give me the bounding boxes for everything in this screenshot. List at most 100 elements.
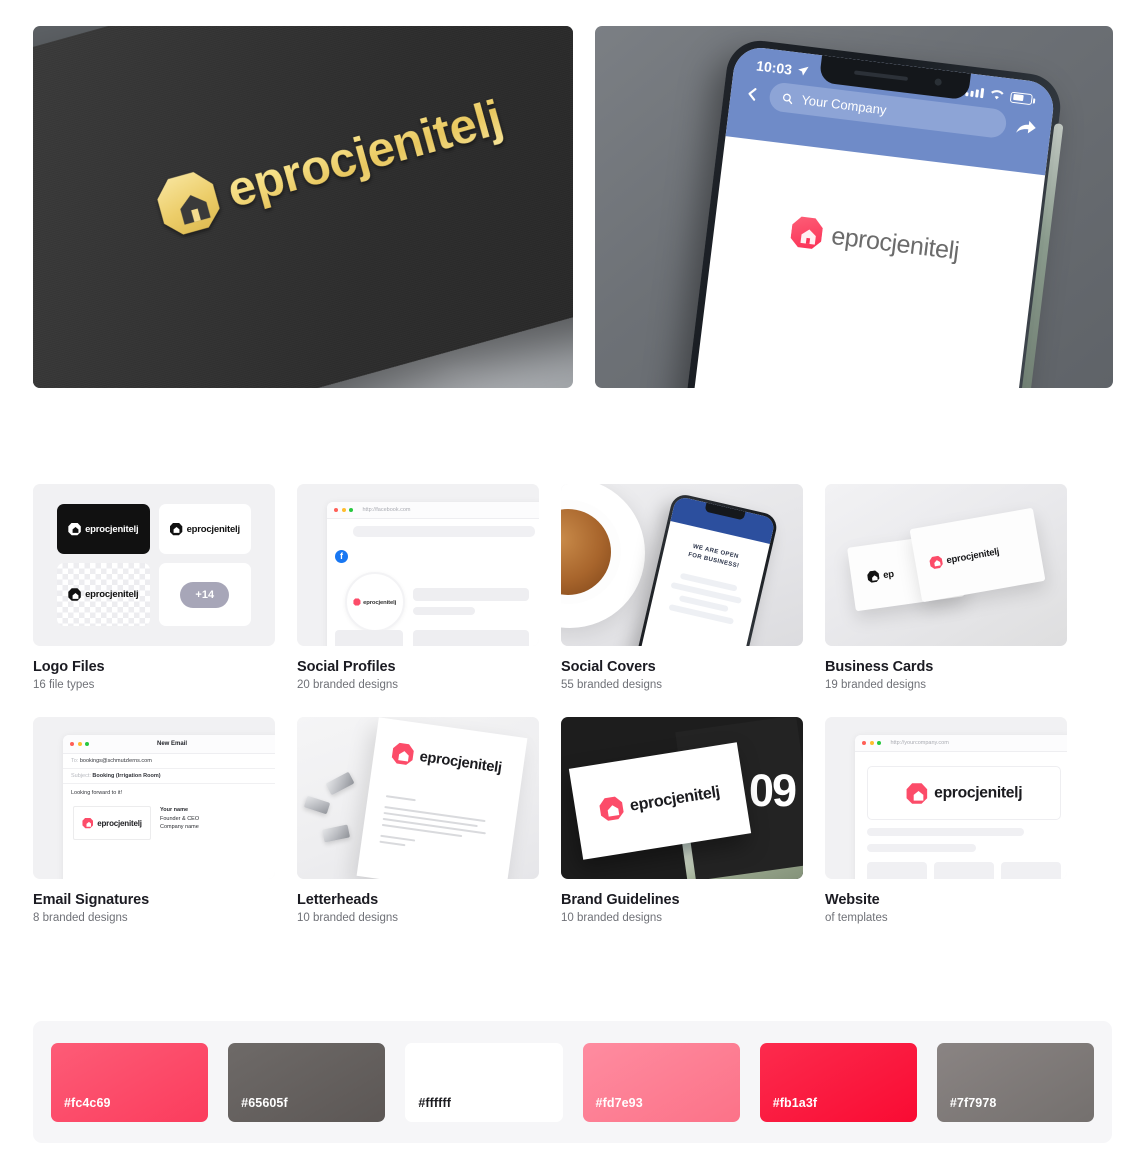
facebook-search-value: Your Company <box>800 92 888 118</box>
email-subject-value: Booking (Irrigation Room) <box>92 773 161 779</box>
text-skeleton <box>867 844 976 852</box>
color-swatch[interactable]: #ffffff <box>405 1042 563 1122</box>
house-hexagon-icon <box>68 522 81 536</box>
color-palette: #fc4c69 #65605f #ffffff #fd7e93 #fb1a3f … <box>33 1021 1112 1143</box>
tile-business-cards[interactable]: ep eprocjenitelj Business Cards 19 brand… <box>825 484 1067 691</box>
house-hexagon-icon <box>929 555 944 570</box>
hero-phone-mockup[interactable]: 10:03 Your Company eprocjenitelj <box>595 26 1113 388</box>
battery-icon <box>1009 91 1033 105</box>
text-line <box>385 795 416 802</box>
color-swatch[interactable]: #fb1a3f <box>759 1042 917 1122</box>
tile-thumbnail: WE ARE OPEN FOR BUSINESS! f <box>561 484 803 646</box>
browser-titlebar: http://facebook.com <box>327 502 539 519</box>
color-swatch[interactable]: #fc4c69 <box>51 1042 209 1122</box>
signature-role: Founder & CEO <box>160 815 200 822</box>
tile-thumbnail: http://yourcompany.com eprocjenitelj <box>825 717 1067 879</box>
block-skeleton <box>1001 862 1061 879</box>
email-subject-label: Subject: <box>71 773 91 779</box>
house-hexagon-icon <box>391 742 416 767</box>
tile-subtitle: 10 branded designs <box>561 912 663 924</box>
location-arrow-icon <box>797 66 809 76</box>
browser-url: http://facebook.com <box>362 507 411 513</box>
logo-variants-grid: eprocjenitelj eprocjenitelj eprocjenitel… <box>57 504 251 626</box>
house-hexagon-icon <box>169 522 183 536</box>
house-glyph <box>871 575 878 581</box>
hero-right-wordmark: eprocjenitelj <box>829 221 961 265</box>
maximize-dot-icon <box>349 508 353 512</box>
tile-title: Brand Guidelines <box>561 892 680 908</box>
tile-social-profiles[interactable]: http://facebook.com f eprocjenitelj Soci… <box>297 484 539 691</box>
email-titlebar: New Email <box>63 735 275 754</box>
house-glyph <box>86 821 91 827</box>
tile-brand-guidelines[interactable]: 09 eprocjenitelj Brand Guidelines 10 bra… <box>561 717 803 924</box>
house-hexagon-icon <box>789 215 825 251</box>
tile-thumbnail: 09 eprocjenitelj <box>561 717 803 879</box>
text-skeleton <box>867 828 1024 836</box>
email-window: New Email To: bookings@schmutzlerns.com … <box>63 735 275 879</box>
share-arrow-icon[interactable] <box>1014 117 1038 138</box>
email-to-value: bookings@schmutzlerns.com <box>79 758 152 764</box>
logo-variant-transparent: eprocjenitelj <box>57 563 150 626</box>
tile-title: Business Cards <box>825 659 934 675</box>
house-hexagon-icon <box>906 782 927 804</box>
website-wordmark: eprocjenitelj <box>933 783 1023 803</box>
tile-thumbnail: New Email To: bookings@schmutzlerns.com … <box>33 717 275 879</box>
maximize-dot-icon <box>877 741 881 745</box>
tile-title: Social Profiles <box>297 659 396 675</box>
more-count-badge: +14 <box>180 581 230 608</box>
profile-avatar: eprocjenitelj <box>345 572 405 632</box>
brand-asset-grid: eprocjenitelj eprocjenitelj eprocjenitel… <box>0 388 1145 924</box>
house-glyph <box>934 560 941 567</box>
browser-url: http://yourcompany.com <box>890 740 949 746</box>
color-hex-label: #7f7978 <box>949 1095 997 1110</box>
card-wordmark: eprocjenitelj <box>945 545 1000 566</box>
house-hexagon-icon <box>68 588 81 601</box>
logo-wordmark: eprocjenitelj <box>85 523 139 535</box>
search-icon <box>783 93 793 104</box>
tile-subtitle: 8 branded designs <box>33 912 128 924</box>
house-glyph <box>72 527 79 534</box>
signature-wordmark: eprocjenitelj <box>97 818 142 828</box>
color-swatch[interactable]: #fd7e93 <box>582 1042 740 1122</box>
email-to-label: To: <box>71 758 79 764</box>
block-skeleton <box>867 862 927 879</box>
color-hex-label: #65605f <box>241 1095 288 1110</box>
text-line <box>381 823 463 838</box>
browser-window: http://yourcompany.com eprocjenitelj <box>855 735 1067 879</box>
tile-logo-files[interactable]: eprocjenitelj eprocjenitelj eprocjenitel… <box>33 484 275 691</box>
email-window-title: New Email <box>156 741 188 747</box>
logo-variant-more[interactable]: +14 <box>158 563 251 626</box>
close-dot-icon <box>334 508 338 512</box>
house-hexagon-icon <box>867 570 881 584</box>
tile-website[interactable]: http://yourcompany.com eprocjenitelj Web… <box>825 717 1067 924</box>
earpiece-speaker-icon <box>853 70 909 81</box>
house-glyph <box>608 805 620 817</box>
cover-message: WE ARE OPEN FOR BUSINESS! <box>687 543 740 570</box>
email-body: Looking forward to it! <box>71 790 123 796</box>
house-hexagon-icon <box>598 795 625 822</box>
color-swatch[interactable]: #65605f <box>228 1042 386 1122</box>
tile-social-covers[interactable]: WE ARE OPEN FOR BUSINESS! f Social Cover… <box>561 484 803 691</box>
hero-foil-card[interactable]: eprocjenitelj <box>33 26 573 388</box>
tile-email-signatures[interactable]: New Email To: bookings@schmutzlerns.com … <box>33 717 275 924</box>
tile-subtitle: 55 branded designs <box>561 679 663 691</box>
house-glyph <box>398 751 409 762</box>
color-hex-label: #fb1a3f <box>772 1095 818 1110</box>
card-skeletons <box>867 862 1061 879</box>
tile-subtitle: 16 file types <box>33 679 95 691</box>
back-chevron-icon[interactable] <box>744 85 762 103</box>
tile-subtitle: 20 branded designs <box>297 679 399 691</box>
text-line <box>379 840 405 847</box>
house-glyph <box>800 229 816 245</box>
hero-row: eprocjenitelj 10:03 Your Company eprocje… <box>0 0 1145 388</box>
avatar-wordmark: eprocjenitelj <box>363 598 397 606</box>
house-glyph <box>174 527 180 534</box>
house-hexagon-icon <box>353 598 361 606</box>
phone-screen: 10:03 Your Company eprocjenitelj <box>689 44 1057 388</box>
tile-thumbnail: eprocjenitelj eprocjenitelj eprocjenitel… <box>33 484 275 646</box>
tile-letterheads[interactable]: eprocjenitelj Letterheads 10 branded des… <box>297 717 539 924</box>
close-dot-icon <box>70 742 74 746</box>
color-swatch[interactable]: #7f7978 <box>936 1042 1095 1122</box>
block-skeleton <box>934 862 994 879</box>
signature-text-block: Your name Founder & CEO Company name <box>160 806 199 832</box>
